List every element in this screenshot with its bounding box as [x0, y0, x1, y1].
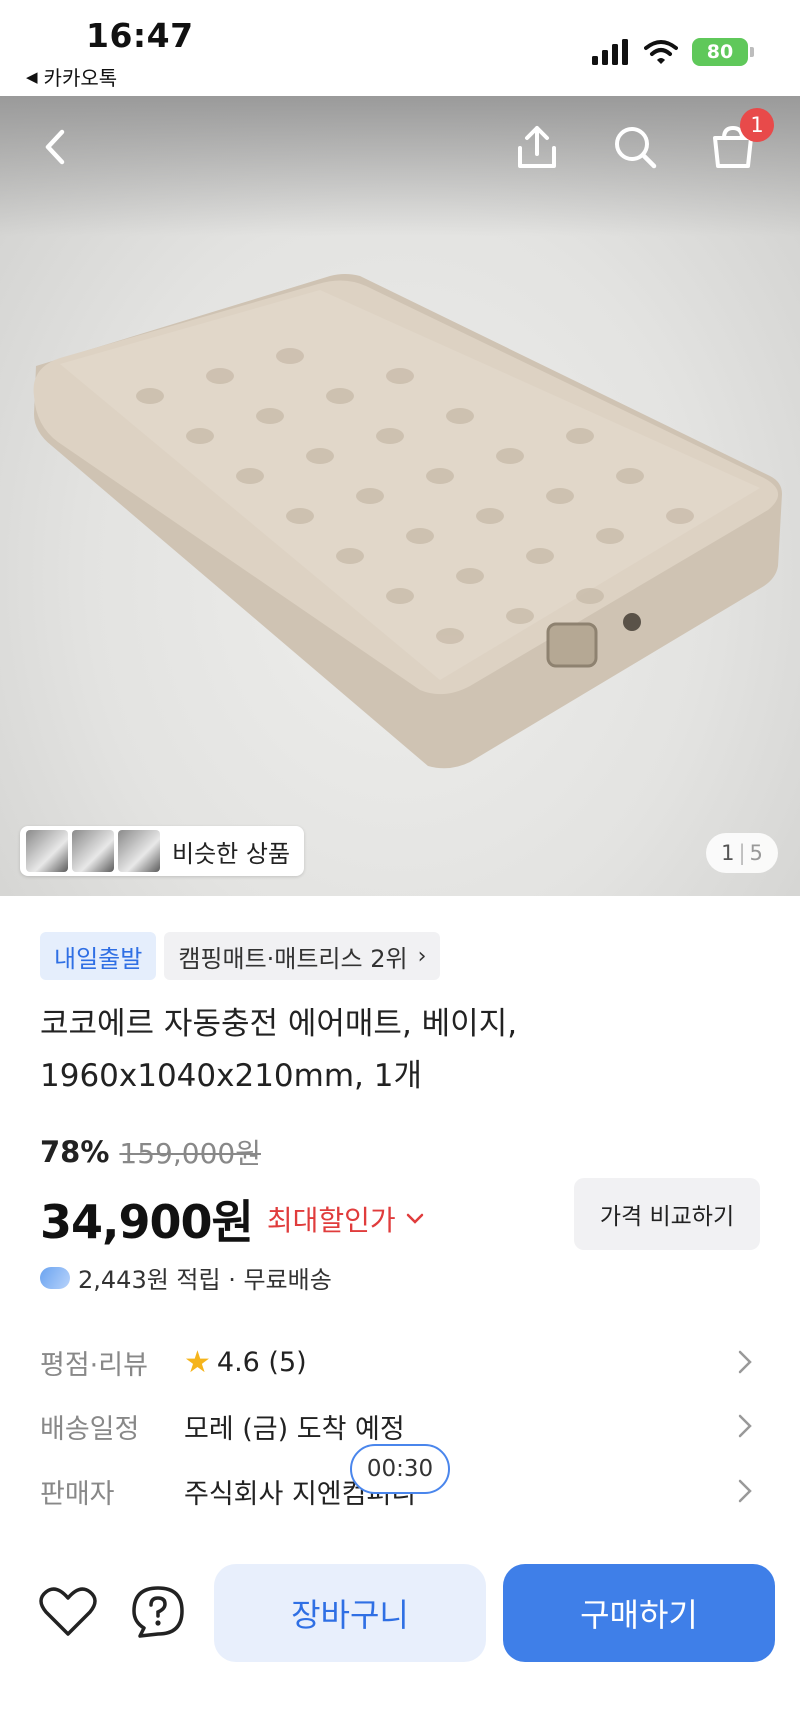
shipping-label: 배송일정	[40, 1413, 140, 1445]
product-image	[33, 274, 782, 769]
category-rank-label: 캠핑매트·매트리스 2위	[178, 944, 408, 973]
pager-separator: |	[738, 841, 746, 865]
image-pager: 1 | 5	[706, 833, 778, 873]
product-tags: 내일출발 캠핑매트·매트리스 2위 ›	[40, 932, 441, 980]
heart-icon	[39, 1587, 97, 1636]
battery-level: 80	[706, 41, 734, 63]
points-icon	[40, 1266, 70, 1289]
chevron-right-icon	[738, 1414, 752, 1438]
star-icon: ★	[184, 1344, 211, 1380]
timer-badge: 00:30	[350, 1444, 450, 1494]
similar-thumb	[118, 830, 160, 872]
rating-value-group: ★ 4.6 (5)	[184, 1345, 307, 1380]
back-app-label: 카카오톡	[43, 66, 118, 90]
question-icon	[132, 1586, 184, 1638]
shipping-value: 모레 (금) 도착 예정	[184, 1413, 405, 1445]
add-to-cart-button[interactable]: 장바구니	[214, 1564, 486, 1662]
wifi-icon	[644, 40, 678, 64]
max-discount-dropdown[interactable]: 최대할인가	[267, 1199, 424, 1239]
sale-price: 34,900원	[40, 1195, 254, 1249]
signal-icon	[592, 39, 628, 65]
discount-rate: 78%	[40, 1135, 110, 1169]
help-button[interactable]	[128, 1582, 188, 1642]
delivery-tag: 내일출발	[40, 932, 157, 980]
similar-products-button[interactable]: 비슷한 상품	[20, 826, 305, 876]
wishlist-button[interactable]	[38, 1584, 98, 1640]
rating-value: 4.6 (5)	[216, 1346, 307, 1378]
discount-row: 78% 159,000원	[40, 1132, 261, 1172]
rating-label: 평점·리뷰	[40, 1349, 148, 1381]
original-price: 159,000원	[119, 1137, 261, 1170]
back-to-app-link[interactable]: ◀ 카카오톡	[26, 62, 117, 91]
chevron-right-icon	[738, 1479, 752, 1503]
price-compare-button[interactable]: 가격 비교하기	[574, 1178, 760, 1250]
rating-review-row[interactable]: 평점·리뷰 ★ 4.6 (5)	[40, 1332, 760, 1392]
product-title: 코코에르 자동충전 에어매트, 베이지, 1960x1040x210mm, 1개	[40, 1006, 518, 1094]
similar-thumb	[72, 830, 114, 872]
share-icon[interactable]	[510, 120, 564, 174]
pager-current: 1	[721, 841, 735, 865]
back-triangle-icon: ◀	[26, 67, 38, 86]
product-image-gallery[interactable]	[0, 96, 800, 896]
cart-count-badge: 1	[740, 108, 774, 142]
seller-label: 판매자	[40, 1478, 115, 1510]
similar-thumb	[26, 830, 68, 872]
bottom-action-bar: 장바구니 구매하기	[0, 1540, 800, 1731]
status-icons: 80	[592, 38, 754, 66]
chevron-right-icon: ›	[417, 943, 427, 969]
max-discount-label: 최대할인가	[266, 1204, 396, 1237]
status-bar: 16:47 ◀ 카카오톡 80	[0, 0, 800, 96]
search-icon[interactable]	[608, 120, 662, 174]
status-time: 16:47	[86, 16, 194, 55]
battery-indicator: 80	[692, 38, 754, 66]
points-row: 2,443원 적립 · 무료배송	[40, 1260, 332, 1295]
pager-total: 5	[749, 841, 763, 865]
category-rank-tag[interactable]: 캠핑매트·매트리스 2위 ›	[164, 932, 441, 980]
similar-products-label: 비슷한 상품	[172, 839, 291, 868]
chevron-down-icon	[406, 1213, 423, 1224]
back-chevron-icon[interactable]	[30, 120, 84, 174]
chevron-right-icon	[738, 1350, 752, 1374]
points-text: 2,443원 적립 · 무료배송	[78, 1266, 332, 1294]
price-row: 34,900원 최대할인가	[40, 1186, 424, 1252]
buy-now-button[interactable]: 구매하기	[503, 1564, 775, 1662]
